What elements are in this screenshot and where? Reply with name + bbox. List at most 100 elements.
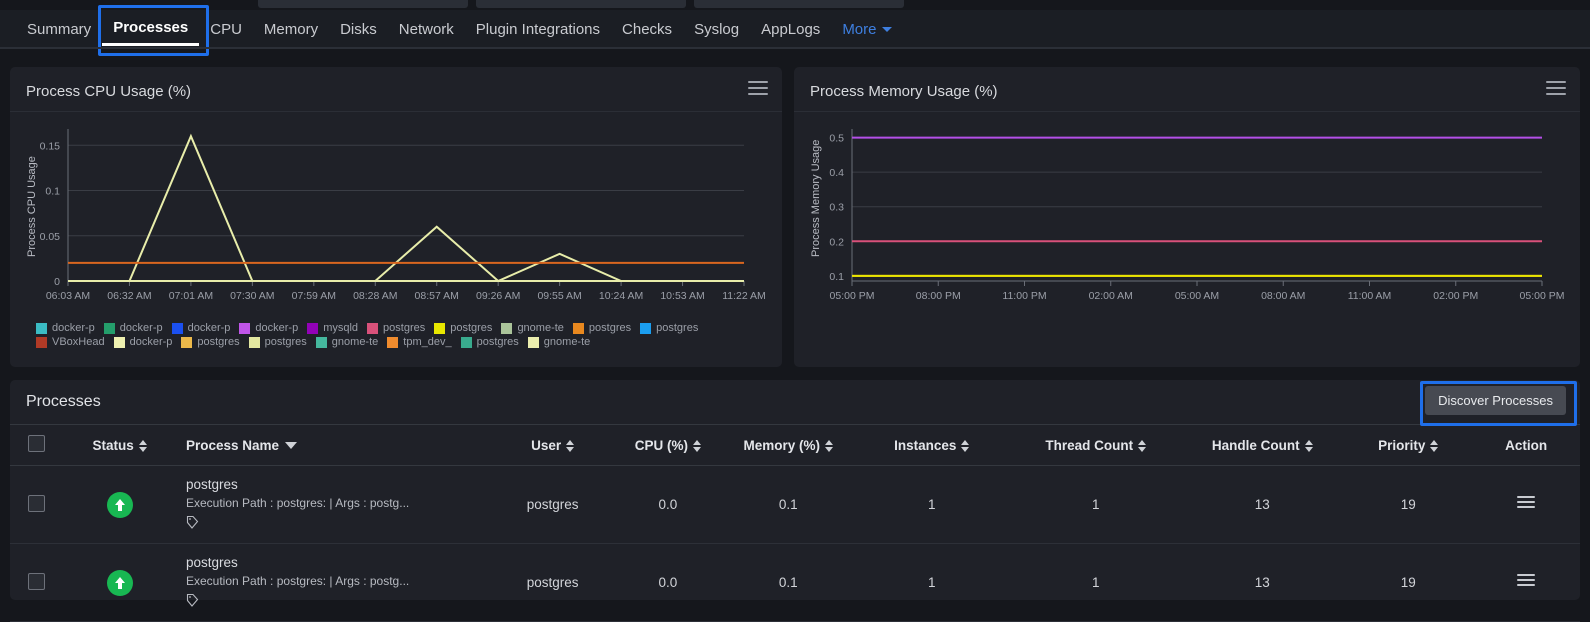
svg-text:0.1: 0.1 bbox=[45, 186, 60, 198]
svg-text:07:01 AM: 07:01 AM bbox=[169, 290, 213, 302]
table-row[interactable]: postgresExecution Path : postgres: | Arg… bbox=[10, 544, 1580, 622]
row-cpu-cell[interactable]: 0.0 bbox=[612, 466, 725, 544]
processes-table: StatusProcess Name User CPU (%)Memory (%)I… bbox=[10, 424, 1580, 622]
legend-item[interactable]: postgres bbox=[434, 322, 492, 334]
legend-item[interactable]: gnome-te bbox=[316, 336, 378, 348]
panel-divider bbox=[794, 111, 1580, 112]
process-name: postgres bbox=[186, 477, 490, 492]
sort-toggle-icon[interactable] bbox=[961, 440, 969, 452]
row-handle-count-cell[interactable]: 13 bbox=[1180, 544, 1344, 622]
legend-item[interactable]: VBoxHead bbox=[36, 336, 105, 348]
tab-cpu[interactable]: CPU bbox=[199, 14, 253, 45]
legend-item[interactable]: docker-p bbox=[104, 322, 163, 334]
sort-toggle-icon[interactable] bbox=[139, 440, 147, 452]
legend-item[interactable]: postgres bbox=[461, 336, 519, 348]
column-header-cpu[interactable]: CPU (%) bbox=[612, 425, 725, 466]
tab-syslog[interactable]: Syslog bbox=[683, 14, 750, 45]
svg-text:0.15: 0.15 bbox=[40, 140, 61, 152]
sort-toggle-icon[interactable] bbox=[566, 440, 574, 452]
legend-color-swatch bbox=[104, 323, 115, 334]
legend-color-swatch bbox=[501, 323, 512, 334]
sort-descending-icon[interactable] bbox=[285, 442, 297, 449]
legend-item[interactable]: tpm_dev_ bbox=[387, 336, 451, 348]
legend-item[interactable]: postgres bbox=[249, 336, 307, 348]
sort-toggle-icon[interactable] bbox=[825, 440, 833, 452]
legend-color-swatch bbox=[114, 337, 125, 348]
column-header-instances[interactable]: Instances bbox=[852, 425, 1011, 466]
row-checkbox[interactable] bbox=[28, 495, 45, 512]
top-partial-strip bbox=[0, 0, 1590, 10]
tab-label: Plugin Integrations bbox=[476, 21, 600, 38]
hamburger-menu-icon[interactable] bbox=[1546, 81, 1566, 97]
sort-toggle-icon[interactable] bbox=[1305, 440, 1313, 452]
sort-toggle-icon[interactable] bbox=[693, 440, 701, 452]
svg-text:07:30 AM: 07:30 AM bbox=[230, 290, 274, 302]
select-all-checkbox[interactable] bbox=[28, 435, 45, 452]
tab-network[interactable]: Network bbox=[388, 14, 465, 45]
column-header-status[interactable]: Status bbox=[63, 425, 176, 466]
sort-toggle-icon[interactable] bbox=[1430, 440, 1438, 452]
column-header-thread-count[interactable]: Thread Count bbox=[1011, 425, 1180, 466]
legend-label: gnome-te bbox=[544, 336, 590, 348]
row-handle-count-cell[interactable]: 13 bbox=[1180, 466, 1344, 544]
legend-item[interactable]: docker-p bbox=[172, 322, 231, 334]
legend-item[interactable]: postgres bbox=[573, 322, 631, 334]
tab-applogs[interactable]: AppLogs bbox=[750, 14, 831, 45]
legend-item[interactable]: postgres bbox=[640, 322, 698, 334]
hamburger-menu-icon[interactable] bbox=[748, 81, 768, 97]
legend-color-swatch bbox=[640, 323, 651, 334]
sort-toggle-icon[interactable] bbox=[1138, 440, 1146, 452]
tab-more[interactable]: More bbox=[831, 14, 902, 45]
legend-item[interactable]: postgres bbox=[367, 322, 425, 334]
hamburger-menu-icon[interactable] bbox=[1517, 574, 1535, 589]
row-memory-cell[interactable]: 0.1 bbox=[724, 466, 852, 544]
legend-color-swatch bbox=[461, 337, 472, 348]
column-header-memory[interactable]: Memory (%) bbox=[724, 425, 852, 466]
legend-item[interactable]: postgres bbox=[181, 336, 239, 348]
table-row[interactable]: postgresExecution Path : postgres: | Arg… bbox=[10, 466, 1580, 544]
legend-color-swatch bbox=[316, 337, 327, 348]
hamburger-menu-icon[interactable] bbox=[1517, 496, 1535, 511]
row-checkbox[interactable] bbox=[28, 573, 45, 590]
tab-disks[interactable]: Disks bbox=[329, 14, 388, 45]
row-thread-count-cell[interactable]: 1 bbox=[1011, 544, 1180, 622]
row-instances-cell[interactable]: 1 bbox=[852, 544, 1011, 622]
panel-title-memory: Process Memory Usage (%) bbox=[810, 83, 998, 100]
cpu-usage-line-chart: 00.050.10.1506:03 AM06:32 AM07:01 AM07:3… bbox=[10, 115, 782, 315]
svg-text:11:22 AM: 11:22 AM bbox=[722, 290, 766, 302]
column-header-handle-count[interactable]: Handle Count bbox=[1180, 425, 1344, 466]
svg-text:08:28 AM: 08:28 AM bbox=[353, 290, 397, 302]
column-header-user[interactable]: User bbox=[494, 425, 612, 466]
row-memory-cell[interactable]: 0.1 bbox=[724, 544, 852, 622]
tab-memory[interactable]: Memory bbox=[253, 14, 329, 45]
legend-item[interactable]: docker-p bbox=[36, 322, 95, 334]
tag-icon[interactable] bbox=[186, 593, 199, 610]
svg-text:0.3: 0.3 bbox=[829, 202, 844, 214]
svg-text:05:00 PM: 05:00 PM bbox=[830, 290, 875, 302]
tab-plugin-integrations[interactable]: Plugin Integrations bbox=[465, 14, 611, 45]
legend-item[interactable]: docker-p bbox=[239, 322, 298, 334]
tab-processes[interactable]: Processes bbox=[102, 12, 199, 46]
column-header-priority[interactable]: Priority bbox=[1344, 425, 1472, 466]
row-thread-count-cell[interactable]: 1 bbox=[1011, 466, 1180, 544]
legend-item[interactable]: gnome-te bbox=[528, 336, 590, 348]
legend-item[interactable]: docker-p bbox=[114, 336, 173, 348]
column-header-process-name[interactable]: Process Name bbox=[176, 425, 494, 466]
row-instances-cell[interactable]: 1 bbox=[852, 466, 1011, 544]
svg-text:11:00 AM: 11:00 AM bbox=[1348, 290, 1392, 302]
legend-label: docker-p bbox=[52, 322, 95, 334]
legend-item[interactable]: mysqld bbox=[307, 322, 358, 334]
row-select-cell bbox=[10, 466, 63, 544]
tab-checks[interactable]: Checks bbox=[611, 14, 683, 45]
svg-text:08:57 AM: 08:57 AM bbox=[415, 290, 459, 302]
row-cpu-cell[interactable]: 0.0 bbox=[612, 544, 725, 622]
legend-label: postgres bbox=[589, 322, 631, 334]
discover-processes-highlight: Discover Processes bbox=[1425, 386, 1566, 415]
legend-item[interactable]: gnome-te bbox=[501, 322, 563, 334]
column-header-label: User bbox=[531, 438, 561, 453]
tab-summary[interactable]: Summary bbox=[16, 14, 102, 45]
tag-icon[interactable] bbox=[186, 515, 199, 532]
discover-processes-button[interactable]: Discover Processes bbox=[1425, 386, 1566, 415]
svg-text:0.5: 0.5 bbox=[829, 133, 844, 145]
column-header-label: Handle Count bbox=[1212, 438, 1300, 453]
